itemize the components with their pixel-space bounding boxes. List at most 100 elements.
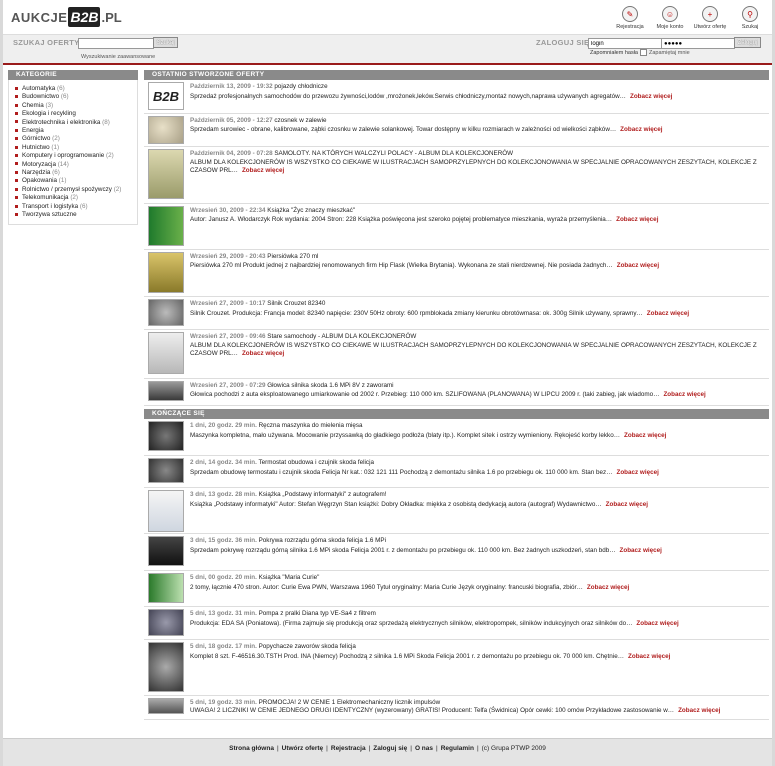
offer-title[interactable]: Pompa z pralki Diana typ VE-Sa4 z filtre… xyxy=(259,610,376,617)
category-item[interactable]: Górnictwo (2) xyxy=(15,135,137,143)
offer-title[interactable]: Książka „Podstawy informatyki" z autogra… xyxy=(259,491,387,498)
category-name[interactable]: Automatyka xyxy=(22,85,55,92)
curie-book-image[interactable] xyxy=(148,573,184,603)
footer-link[interactable]: Rejestracja xyxy=(331,745,366,752)
timing-cover-image[interactable] xyxy=(148,536,184,566)
category-name[interactable]: Górnictwo xyxy=(22,135,50,142)
b2b-logo-image[interactable]: B2B xyxy=(148,82,184,110)
category-item[interactable]: Opakowania (1) xyxy=(15,177,137,185)
flask-image[interactable] xyxy=(148,252,184,293)
category-name[interactable]: Tworzywa sztuczne xyxy=(22,211,77,218)
registration-link[interactable]: ✎ Rejestracja xyxy=(614,6,646,30)
see-more-link[interactable]: Zobacz więcej xyxy=(617,262,659,269)
see-more-link[interactable]: Zobacz więcej xyxy=(587,584,629,591)
see-more-link[interactable]: Zobacz więcej xyxy=(663,391,705,398)
see-more-link[interactable]: Zobacz więcej xyxy=(606,501,648,508)
footer-link[interactable]: Regulamin xyxy=(441,745,474,752)
valve-lifters-image[interactable] xyxy=(148,642,184,692)
category-item[interactable]: Ekologia i recykling xyxy=(15,110,137,118)
see-more-link[interactable]: Zobacz więcej xyxy=(647,310,689,317)
footer-link[interactable]: Zaloguj się xyxy=(373,745,407,752)
remember-me-checkbox[interactable] xyxy=(640,49,647,56)
category-item[interactable]: Tworzywa sztuczne xyxy=(15,211,137,219)
category-name[interactable]: Energia xyxy=(22,127,44,134)
album-cars-image[interactable] xyxy=(148,332,184,374)
advanced-search-link[interactable]: Wyszukiwanie zaawansowane xyxy=(81,54,155,60)
informatics-book-image[interactable] xyxy=(148,490,184,532)
see-more-link[interactable]: Zobacz więcej xyxy=(616,469,658,476)
cylinder-head-image[interactable] xyxy=(148,381,184,401)
see-more-link[interactable]: Zobacz więcej xyxy=(628,653,670,660)
create-offer-link[interactable]: + Utwórz ofertę xyxy=(694,6,726,30)
see-more-link[interactable]: Zobacz więcej xyxy=(616,216,658,223)
search-input[interactable] xyxy=(78,38,154,49)
see-more-link[interactable]: Zobacz więcej xyxy=(630,93,672,100)
category-name[interactable]: Elektrotechnika i elektronika xyxy=(22,119,100,126)
offer-title[interactable]: Książka "Życ znaczy mieszkać" xyxy=(267,207,355,214)
thermostat-image[interactable] xyxy=(148,458,184,483)
site-logo[interactable]: AUKCJE B2B .PL xyxy=(11,6,122,28)
category-name[interactable]: Opakowania xyxy=(22,177,57,184)
category-item[interactable]: Telekomunikacja (2) xyxy=(15,194,137,202)
category-name[interactable]: Motoryzacja xyxy=(22,161,56,168)
motor-image[interactable] xyxy=(148,299,184,326)
category-name[interactable]: Narzędzia xyxy=(22,169,50,176)
category-name[interactable]: Hutnictwo xyxy=(22,144,50,151)
category-name[interactable]: Komputery i oprogramowanie xyxy=(22,152,104,159)
counter-image[interactable] xyxy=(148,698,184,714)
category-item[interactable]: Hutnictwo (1) xyxy=(15,144,137,152)
category-item[interactable]: Chemia (3) xyxy=(15,102,137,110)
footer-link[interactable]: Utwórz ofertę xyxy=(282,745,324,752)
meat-grinder-image[interactable] xyxy=(148,421,184,451)
category-name[interactable]: Chemia xyxy=(22,102,44,109)
garlic-image[interactable] xyxy=(148,116,184,144)
category-item[interactable]: Rolnictwo / przemysł spożywczy (2) xyxy=(15,186,137,194)
footer-link[interactable]: Strona główna xyxy=(229,745,274,752)
offer-title[interactable]: czosnek w zalewie xyxy=(274,117,326,124)
see-more-link[interactable]: Zobacz więcej xyxy=(620,126,662,133)
category-name[interactable]: Rolnictwo / przemysł spożywczy xyxy=(22,186,112,193)
book-image[interactable] xyxy=(148,206,184,246)
offer-title[interactable]: Termostat obudowa i czujnik skoda felicj… xyxy=(258,459,374,466)
category-item[interactable]: Komputery i oprogramowanie (2) xyxy=(15,152,137,160)
offer-title[interactable]: Silnik Crouzet 82340 xyxy=(267,300,325,307)
category-item[interactable]: Transport i logistyka (6) xyxy=(15,203,137,211)
search-button[interactable]: Szukaj xyxy=(153,37,178,48)
category-item[interactable]: Elektrotechnika i elektronika (8) xyxy=(15,119,137,127)
remember-me[interactable]: Zapamiętaj mnie xyxy=(640,49,690,56)
album-samoloty-image[interactable] xyxy=(148,149,184,199)
category-item[interactable]: Narzędzia (6) xyxy=(15,169,137,177)
offer-title[interactable]: Stare samochody - ALBUM DLA KOLEKCJONERÓ… xyxy=(267,333,416,340)
see-more-link[interactable]: Zobacz więcej xyxy=(242,350,284,357)
login-button[interactable]: Zaloguj xyxy=(734,37,761,48)
login-input[interactable] xyxy=(588,38,662,49)
category-name[interactable]: Ekologia i recykling xyxy=(22,110,76,117)
category-item[interactable]: Motoryzacja (14) xyxy=(15,161,137,169)
offer-title[interactable]: Pokrywa rozrządu góma skoda felicja 1.6 … xyxy=(259,537,386,544)
forgot-password-link[interactable]: Zapomniałem hasła xyxy=(590,50,638,56)
offer-title[interactable]: PROMOCJA! 2 W CENIE 1 Elektromechaniczny… xyxy=(259,699,441,706)
category-name[interactable]: Transport i logistyka xyxy=(22,203,78,210)
offer-title[interactable]: pojazdy chłodnicze xyxy=(274,83,327,90)
see-more-link[interactable]: Zobacz więcej xyxy=(678,707,720,714)
see-more-link[interactable]: Zobacz więcej xyxy=(624,432,666,439)
see-more-link[interactable]: Zobacz więcej xyxy=(636,620,678,627)
footer-link[interactable]: O nas xyxy=(415,745,433,752)
offer-title[interactable]: Książka "Maria Curie" xyxy=(259,574,320,581)
category-item[interactable]: Energia xyxy=(15,127,137,135)
search-link[interactable]: ⚲ Szukaj xyxy=(734,6,766,30)
category-item[interactable]: Budownictwo (6) xyxy=(15,93,137,101)
see-more-link[interactable]: Zobacz więcej xyxy=(242,167,284,174)
offer-title[interactable]: Piersiówka 270 ml xyxy=(267,253,318,260)
pump-image[interactable] xyxy=(148,609,184,636)
offer-title[interactable]: Głowica silnika skoda 1.6 MPi 8V z zawor… xyxy=(267,382,393,389)
offer-title[interactable]: Ręczna maszynka do mielenia mięsa xyxy=(259,422,363,429)
offer-title[interactable]: Popychacze zaworów skoda felicja xyxy=(259,643,356,650)
category-name[interactable]: Budownictwo xyxy=(22,93,59,100)
category-item[interactable]: Automatyka (6) xyxy=(15,85,137,93)
offer-title[interactable]: SAMOLOTY. NA KTÓRYCH WALCZYLI POLACY - A… xyxy=(274,150,513,157)
password-input[interactable] xyxy=(661,38,735,49)
my-account-link[interactable]: ☺ Moje konto xyxy=(654,6,686,30)
see-more-link[interactable]: Zobacz więcej xyxy=(620,547,662,554)
category-name[interactable]: Telekomunikacja xyxy=(22,194,69,201)
